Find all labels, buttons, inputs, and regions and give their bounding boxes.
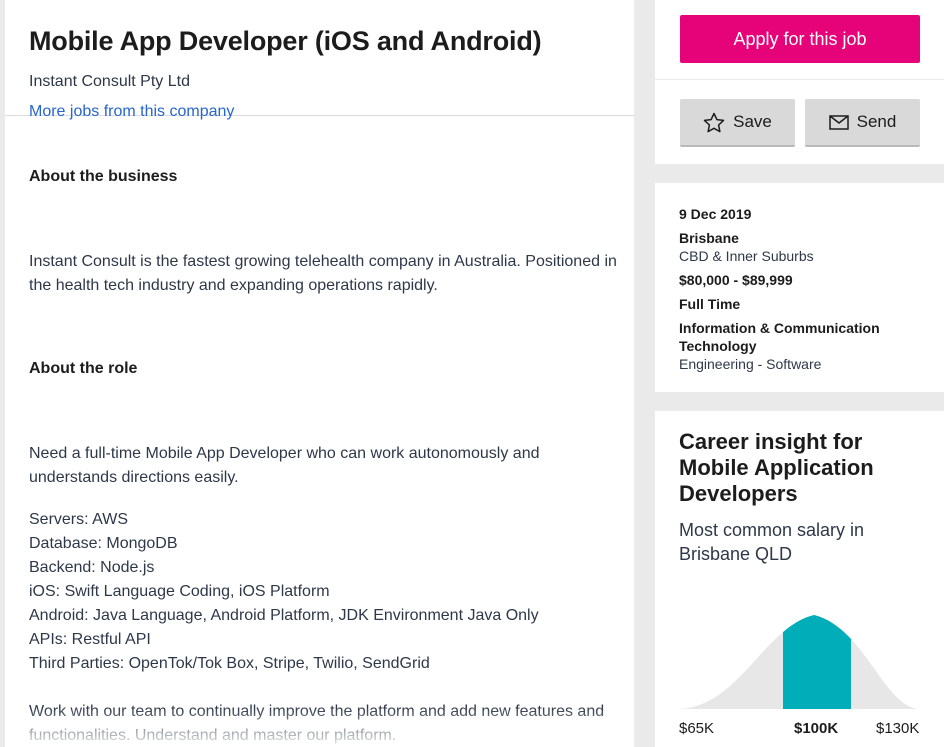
stack-item: APIs: Restful API — [29, 631, 151, 648]
apply-panel: Apply for this job — [655, 0, 944, 79]
job-meta-panel: 9 Dec 2019 Brisbane CBD & Inner Suburbs … — [655, 183, 944, 392]
save-label: Save — [733, 112, 772, 131]
insight-title: Career insight for Mobile Application De… — [679, 429, 874, 506]
career-insight-panel: Career insight for Mobile Application De… — [655, 411, 944, 747]
salary-low-label: $65K — [679, 720, 715, 737]
tech-stack-list: Servers: AWS Database: MongoDB Backend: … — [29, 508, 619, 676]
stack-item: Servers: AWS — [29, 511, 128, 528]
job-details-panel: Mobile App Developer (iOS and Android) I… — [5, 0, 634, 747]
salary-range: $80,000 - $89,999 — [679, 272, 793, 288]
work-type: Full Time — [679, 296, 741, 312]
send-label: Send — [856, 112, 897, 131]
closing-text: Work with our team to continually improv… — [29, 703, 605, 744]
job-title: Mobile App Developer (iOS and Android) — [29, 26, 542, 56]
salary-distribution-chart — [679, 615, 919, 709]
star-icon — [703, 112, 725, 133]
insight-subtitle: Most common salary in Brisbane QLD — [679, 520, 865, 564]
about-business-text: Instant Consult is the fastest growing t… — [29, 253, 617, 294]
area: CBD & Inner Suburbs — [679, 248, 814, 264]
subclassification: Engineering - Software — [679, 356, 822, 372]
send-button[interactable]: Send — [805, 99, 920, 147]
mail-icon — [828, 114, 849, 130]
stack-item: Android: Java Language, Android Platform… — [29, 607, 539, 624]
about-role-heading: About the role — [29, 360, 138, 377]
stack-item: Backend: Node.js — [29, 559, 155, 576]
classification: Information & Communication Technology — [679, 320, 880, 354]
salary-mid-label: $100K — [794, 720, 839, 737]
stack-item: Third Parties: OpenTok/Tok Box, Stripe, … — [29, 655, 430, 672]
save-button[interactable]: Save — [680, 99, 795, 147]
listing-date: 9 Dec 2019 — [679, 206, 752, 222]
stack-item: Database: MongoDB — [29, 535, 178, 552]
salary-high-label: $130K — [876, 720, 920, 737]
about-business-heading: About the business — [29, 168, 178, 185]
location: Brisbane — [679, 230, 739, 246]
apply-button[interactable]: Apply for this job — [680, 15, 920, 63]
company-name: Instant Consult Pty Ltd — [29, 73, 190, 90]
stack-item: iOS: Swift Language Coding, iOS Platform — [29, 583, 330, 600]
save-send-panel: Save Send — [655, 80, 944, 164]
more-jobs-link[interactable]: More jobs from this company — [29, 102, 234, 122]
job-header: Mobile App Developer (iOS and Android) I… — [5, 0, 634, 120]
about-role-text: Need a full-time Mobile App Developer wh… — [29, 445, 540, 486]
